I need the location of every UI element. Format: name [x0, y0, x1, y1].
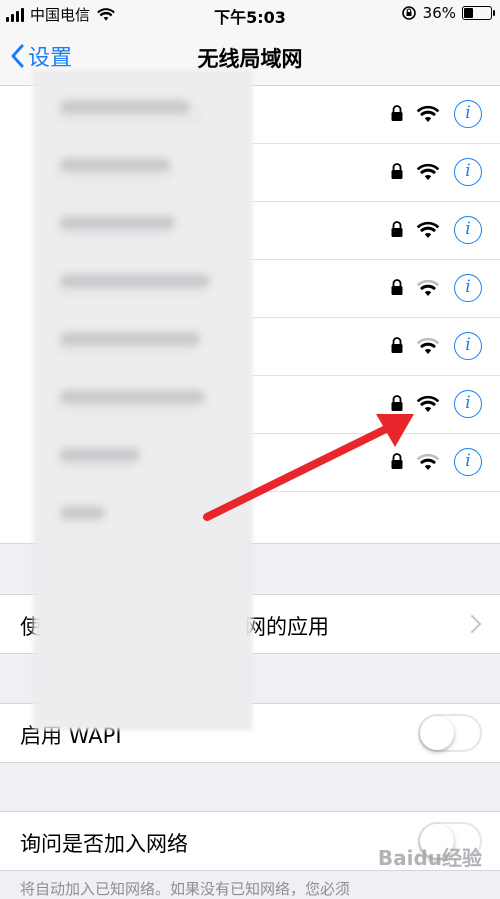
orientation-lock-icon	[401, 6, 416, 20]
wifi-signal-icon	[416, 279, 440, 296]
wifi-signal-icon	[416, 105, 440, 122]
blurred-text	[60, 506, 105, 520]
lock-icon	[391, 163, 403, 179]
lock-icon	[391, 395, 403, 411]
chevron-right-icon	[471, 615, 482, 633]
status-right: 36%	[401, 4, 495, 22]
blurred-text	[60, 100, 190, 114]
apps-row-suffix: 网的应用	[245, 615, 329, 639]
blurred-text	[60, 390, 205, 404]
info-button[interactable]: i	[454, 158, 482, 186]
blurred-text	[60, 332, 200, 346]
page-title: 无线局域网	[197, 47, 303, 71]
blurred-text	[60, 216, 175, 230]
battery-icon	[462, 6, 495, 20]
ask-to-join-label: 询问是否加入网络	[20, 832, 188, 856]
lock-icon	[391, 279, 403, 295]
wifi-signal-icon	[416, 395, 440, 412]
lock-icon	[391, 105, 403, 121]
blurred-text	[60, 158, 170, 172]
lock-icon	[391, 221, 403, 237]
info-button[interactable]: i	[454, 448, 482, 476]
blurred-text	[60, 448, 140, 462]
wapi-toggle[interactable]	[418, 714, 482, 752]
wifi-signal-icon	[416, 337, 440, 354]
info-button[interactable]: i	[454, 332, 482, 360]
ask-to-join-footer: 将自动加入已知网络。如果没有已知网络，您必须	[20, 880, 351, 898]
info-button[interactable]: i	[454, 100, 482, 128]
battery-percent: 36%	[422, 4, 456, 22]
battery-fill	[464, 8, 473, 18]
wifi-signal-icon	[416, 221, 440, 238]
wifi-signal-icon	[416, 453, 440, 470]
toggle-knob	[420, 716, 454, 750]
info-button[interactable]: i	[454, 216, 482, 244]
watermark: Baidu经验	[377, 846, 482, 870]
wifi-signal-icon	[416, 163, 440, 180]
lock-icon	[391, 337, 403, 353]
info-button[interactable]: i	[454, 274, 482, 302]
info-button[interactable]: i	[454, 390, 482, 418]
lock-icon	[391, 453, 403, 469]
blurred-text	[60, 274, 210, 288]
status-bar: 中国电信 下午5:03 36%	[0, 0, 500, 28]
